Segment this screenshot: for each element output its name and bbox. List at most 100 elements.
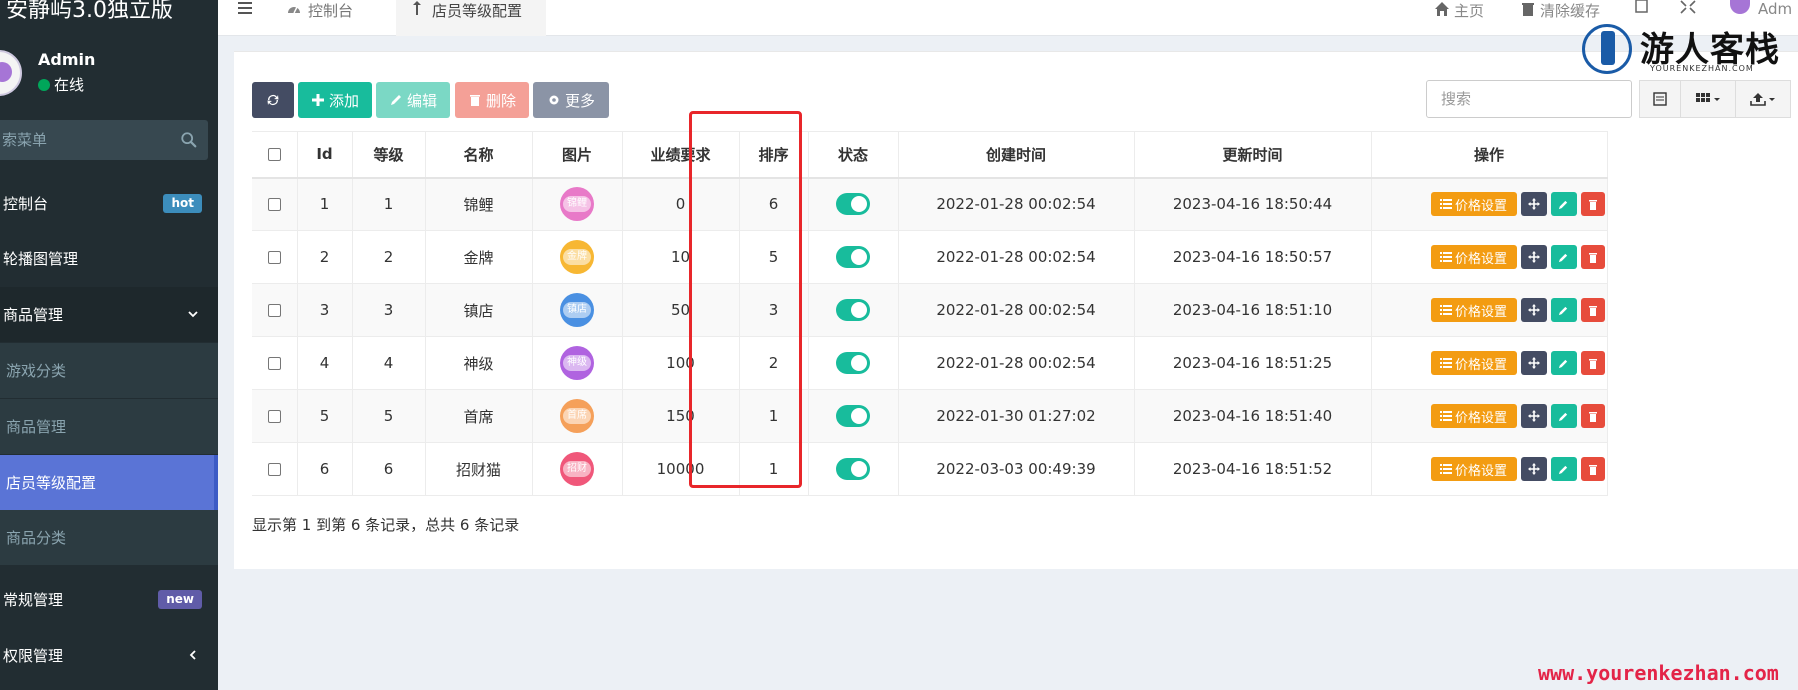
price-settings-button[interactable]: 价格设置: [1430, 298, 1517, 322]
row-delete-button[interactable]: [1580, 457, 1605, 481]
trash-icon: [1588, 252, 1597, 263]
table-search-input[interactable]: [1426, 80, 1632, 118]
refresh-button[interactable]: [252, 82, 294, 118]
status-toggle[interactable]: [836, 299, 870, 321]
price-settings-button[interactable]: 价格设置: [1430, 351, 1517, 375]
col-header-image[interactable]: 图片: [532, 131, 623, 179]
search-icon[interactable]: [180, 131, 198, 149]
admin-menu[interactable]: Adm: [1730, 0, 1792, 18]
status-toggle[interactable]: [836, 405, 870, 427]
brand-title[interactable]: 安静屿3.0独立版: [0, 0, 218, 28]
cell-created: 2022-01-30 01:27:02: [898, 389, 1135, 443]
sidebar-item-clerk-level[interactable]: 店员等级配置: [0, 455, 218, 510]
drag-button[interactable]: [1520, 245, 1547, 269]
drag-button[interactable]: [1520, 457, 1547, 481]
price-settings-button[interactable]: 价格设置: [1430, 192, 1517, 217]
sidebar-item-dashboard[interactable]: 控制台 hot: [0, 176, 218, 231]
row-checkbox[interactable]: [267, 304, 281, 317]
drag-button[interactable]: [1520, 404, 1547, 428]
row-checkbox[interactable]: [267, 198, 281, 212]
tab-label: 控制台: [308, 2, 354, 20]
sidebar-search-input[interactable]: [0, 120, 170, 160]
row-delete-button[interactable]: [1580, 245, 1605, 269]
row-actions: 价格设置: [1372, 245, 1607, 269]
status-toggle[interactable]: [836, 352, 870, 374]
sidebar-item-permission[interactable]: 权限管理: [0, 628, 218, 683]
export-button[interactable]: [1735, 80, 1791, 118]
row-checkbox[interactable]: [267, 410, 281, 423]
toggle-view-button[interactable]: [1639, 80, 1681, 118]
row-edit-button[interactable]: [1550, 404, 1577, 428]
table-row[interactable]: 4 4 神级 神级 100 2 2022-01-28 00:02:54 2023-04-16 …: [252, 336, 1608, 390]
price-settings-button[interactable]: 价格设置: [1430, 404, 1517, 428]
cell-image: 金牌: [532, 230, 623, 284]
price-settings-label: 价格设置: [1454, 251, 1507, 267]
columns-icon: [1696, 93, 1720, 102]
hot-badge: hot: [163, 194, 202, 213]
tab-dashboard[interactable]: 控制台: [286, 0, 396, 36]
col-header-name[interactable]: 名称: [425, 131, 533, 179]
select-all-checkbox[interactable]: [267, 148, 281, 162]
level-image[interactable]: 首席: [560, 399, 594, 433]
drag-button[interactable]: [1520, 192, 1547, 217]
row-delete-button[interactable]: [1580, 298, 1605, 322]
sidebar-item-carousel[interactable]: 轮播图管理: [0, 231, 218, 286]
row-delete-button[interactable]: [1580, 351, 1605, 375]
delete-button[interactable]: 删除: [455, 82, 529, 118]
sidebar-item-general[interactable]: 常规管理 new: [0, 572, 218, 627]
clear-cache-link[interactable]: 清除缓存: [1520, 0, 1600, 21]
price-settings-button[interactable]: 价格设置: [1430, 457, 1517, 481]
row-edit-button[interactable]: [1550, 457, 1577, 481]
chevron-left-icon: [189, 650, 196, 660]
row-edit-button[interactable]: [1550, 351, 1577, 375]
edit-button[interactable]: 编辑: [376, 82, 450, 118]
sidebar-item-goods-management[interactable]: 商品管理: [0, 287, 218, 342]
price-settings-button[interactable]: 价格设置: [1430, 245, 1517, 269]
hamburger-icon[interactable]: [236, 0, 256, 18]
level-image[interactable]: 招财: [560, 452, 594, 486]
trash-icon: [1588, 464, 1597, 475]
row-checkbox[interactable]: [267, 357, 281, 370]
cell-actions: 价格设置: [1371, 442, 1608, 496]
col-header-status[interactable]: 状态: [808, 131, 899, 179]
cell-updated: 2023-04-16 18:50:57: [1134, 230, 1372, 284]
drag-button[interactable]: [1520, 298, 1547, 322]
col-header-level[interactable]: 等级: [352, 131, 426, 179]
level-image[interactable]: 神级: [560, 346, 594, 380]
home-link[interactable]: 主页: [1434, 0, 1484, 21]
col-header-created[interactable]: 创建时间: [898, 131, 1135, 179]
col-header-requirement[interactable]: 业绩要求: [622, 131, 740, 179]
table-row[interactable]: 6 6 招财猫 招财 10000 1 2022-03-03 00:49:39 2023-04-…: [252, 442, 1608, 496]
row-delete-button[interactable]: [1580, 192, 1605, 217]
level-image[interactable]: 锦鲤: [560, 187, 594, 222]
tab-clerk-level[interactable]: 店员等级配置: [396, 0, 546, 36]
col-header-updated[interactable]: 更新时间: [1134, 131, 1372, 179]
row-checkbox[interactable]: [267, 463, 281, 476]
columns-button[interactable]: [1680, 80, 1736, 118]
table-row[interactable]: 1 1 锦鲤 锦鲤 0 6 2022-01-28 00:02:54 2023-04-16 18…: [252, 177, 1608, 231]
table-row[interactable]: 3 3 镇店 镇店 50 3 2022-01-28 00:02:54 2023-04-16 1…: [252, 283, 1608, 337]
sidebar-item-goods-category[interactable]: 商品分类: [0, 510, 218, 565]
row-edit-button[interactable]: [1550, 298, 1577, 322]
row-delete-button[interactable]: [1580, 404, 1605, 428]
col-header-id[interactable]: Id: [297, 131, 353, 179]
row-edit-button[interactable]: [1550, 192, 1577, 217]
row-edit-button[interactable]: [1550, 245, 1577, 269]
level-image[interactable]: 镇店: [560, 293, 594, 327]
drag-button[interactable]: [1520, 351, 1547, 375]
add-button[interactable]: 添加: [298, 82, 372, 118]
more-button[interactable]: 更多: [533, 82, 609, 118]
table-row[interactable]: 5 5 首席 首席 150 1 2022-01-30 01:27:02 2023-04-16 …: [252, 389, 1608, 443]
sidebar-item-goods[interactable]: 商品管理: [0, 399, 218, 454]
fullscreen-icon[interactable]: [1680, 0, 1696, 14]
col-header-sort[interactable]: 排序: [739, 131, 809, 179]
row-checkbox[interactable]: [267, 251, 281, 264]
table-row[interactable]: 2 2 金牌 金牌 10 5 2022-01-28 00:02:54 2023-04-16 1…: [252, 230, 1608, 284]
admin-label: Adm: [1758, 0, 1793, 18]
sidebar-item-game-category[interactable]: 游戏分类: [0, 343, 218, 398]
status-toggle[interactable]: [836, 458, 870, 480]
status-toggle[interactable]: [836, 193, 870, 216]
language-icon[interactable]: [1634, 0, 1650, 14]
status-toggle[interactable]: [836, 246, 870, 268]
level-image[interactable]: 金牌: [560, 240, 594, 274]
